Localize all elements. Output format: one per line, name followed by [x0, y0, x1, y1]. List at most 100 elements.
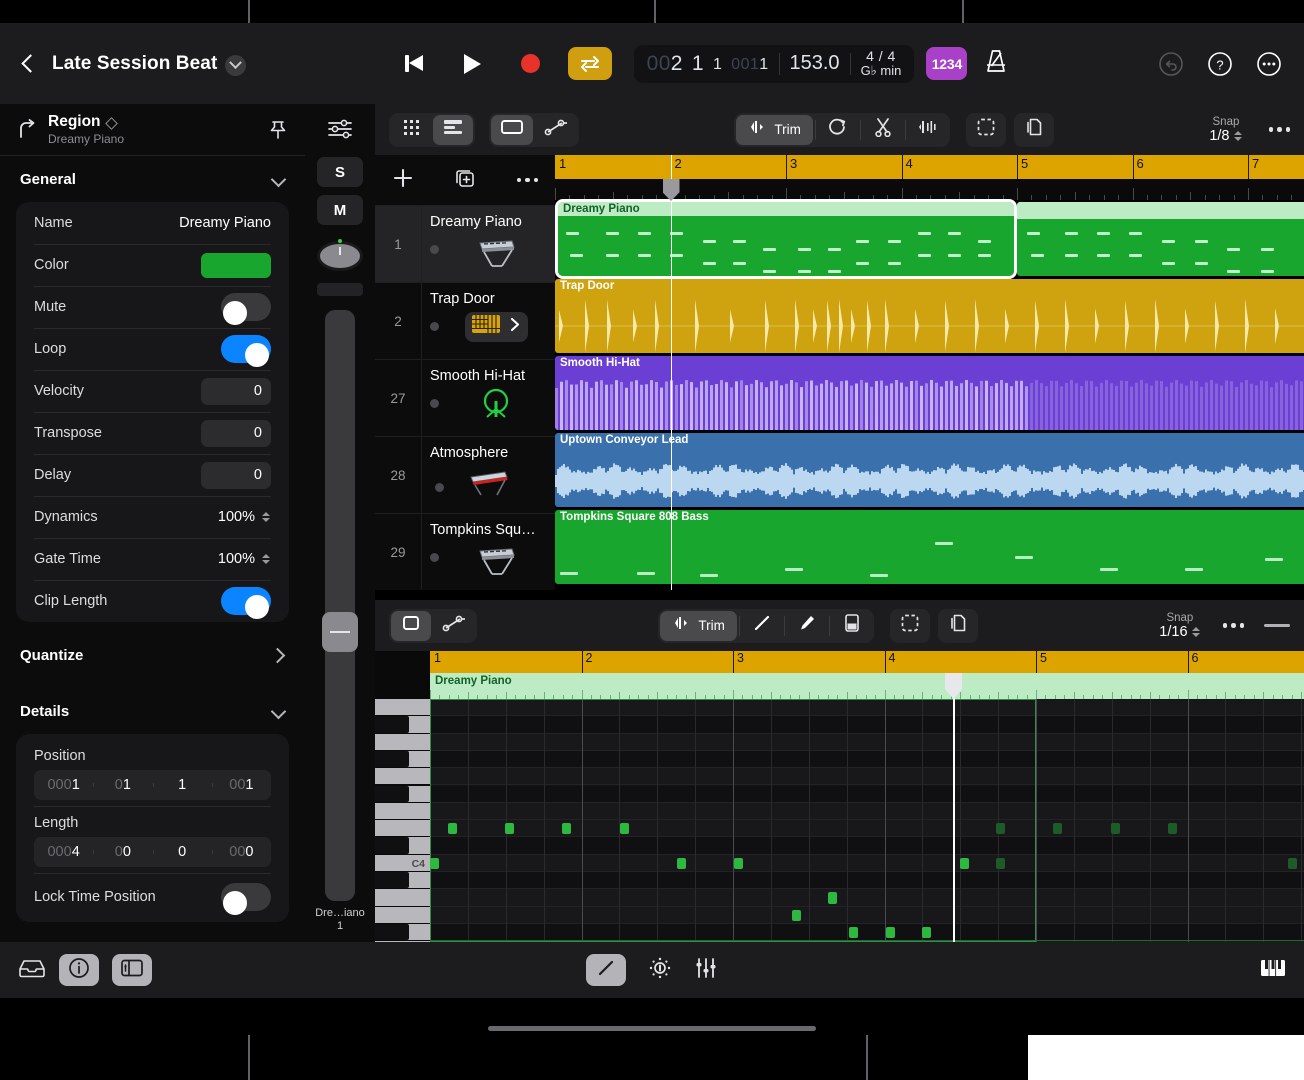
editor-duplicate-button[interactable] — [938, 609, 978, 643]
piano-white-key[interactable] — [375, 768, 430, 785]
velocity-tool-button[interactable] — [832, 611, 872, 641]
midi-note[interactable] — [505, 823, 514, 834]
editor-more-button[interactable] — [1223, 623, 1245, 628]
color-swatch[interactable] — [201, 253, 271, 278]
inspector-title-group[interactable]: Region Dreamy Piano — [48, 113, 267, 146]
region-loop-copy[interactable] — [1017, 202, 1304, 276]
more-button[interactable] — [1256, 51, 1282, 77]
row-mute[interactable]: Mute — [16, 286, 289, 328]
grid-row[interactable] — [430, 751, 1304, 768]
gate-time-stepper[interactable]: 100% — [218, 551, 271, 567]
arrow-up-icon[interactable] — [16, 119, 38, 141]
track-row-27[interactable]: 27 Smooth Hi-Hat — [375, 359, 555, 436]
trim-button[interactable]: Trim — [736, 115, 813, 145]
pan-knob[interactable] — [317, 239, 363, 273]
fader-cap[interactable] — [322, 612, 358, 652]
automation-tool-button[interactable] — [535, 115, 577, 145]
row-color[interactable]: Color — [16, 244, 289, 286]
row-gate-time[interactable]: Gate Time 100% — [16, 538, 289, 580]
midi-note[interactable] — [734, 858, 743, 869]
track-record-dot[interactable] — [435, 483, 444, 492]
tracks-view-button[interactable] — [433, 115, 473, 145]
editor-region-tool-button[interactable] — [391, 611, 431, 641]
midi-note[interactable] — [996, 858, 1005, 869]
track-record-dot[interactable] — [430, 245, 439, 254]
transpose-field[interactable]: 0 — [201, 420, 271, 447]
piano-black-key[interactable] — [375, 716, 409, 732]
midi-note[interactable] — [849, 927, 858, 938]
keyboard-button[interactable] — [1260, 965, 1286, 982]
mute-toggle[interactable] — [221, 293, 271, 321]
count-in-button[interactable]: 1234 — [926, 47, 967, 80]
piano-keyboard[interactable]: C4 — [375, 699, 430, 942]
arrange-ruler[interactable]: 1234567 — [555, 155, 1304, 179]
midi-note[interactable] — [922, 927, 931, 938]
length-seg-beats[interactable]: 00 — [93, 844, 152, 860]
row-delay[interactable]: Delay 0 — [16, 454, 289, 496]
grid-row[interactable] — [430, 872, 1304, 889]
midi-note[interactable] — [430, 858, 439, 869]
region[interactable]: Smooth Hi-Hat — [555, 356, 1304, 430]
midi-note[interactable] — [960, 858, 969, 869]
midi-note[interactable] — [677, 858, 686, 869]
volume-fader[interactable] — [325, 310, 355, 901]
arrange-lane[interactable]: Dreamy Piano — [555, 201, 1304, 278]
midi-note[interactable] — [828, 892, 837, 903]
midi-note[interactable] — [448, 823, 457, 834]
piano-black-key[interactable] — [375, 837, 409, 853]
position-seg-div[interactable]: 1 — [153, 777, 212, 793]
cycle-button[interactable] — [568, 47, 612, 80]
row-name[interactable]: Name Dreamy Piano — [16, 202, 289, 244]
row-dynamics[interactable]: Dynamics 100% — [16, 496, 289, 538]
undo-button[interactable] — [1158, 51, 1184, 77]
track-row-28[interactable]: 28 Atmosphere — [375, 436, 555, 513]
midi-note[interactable] — [562, 823, 571, 834]
pencil-tool-button[interactable] — [586, 954, 626, 986]
drum-pads-button[interactable] — [465, 312, 528, 342]
editor-automation-tool-button[interactable] — [433, 611, 475, 641]
position-field[interactable]: 0001 01 1 001 — [34, 770, 271, 800]
duplicate-track-button[interactable] — [454, 167, 476, 194]
dynamics-stepper[interactable]: 100% — [218, 509, 271, 525]
brush-tool-button[interactable] — [787, 611, 827, 641]
piano-black-key[interactable] — [375, 872, 409, 888]
solo-button[interactable]: S — [317, 157, 363, 187]
arrange-lane[interactable]: Trap Door — [555, 278, 1304, 355]
row-loop[interactable]: Loop — [16, 328, 289, 370]
track-record-dot[interactable] — [430, 553, 439, 562]
grid-row[interactable] — [430, 768, 1304, 785]
lcd-display[interactable]: 002 1 1 0011 153.0 4 / 4 G♭ min — [634, 45, 915, 83]
sidebar-toggle-button[interactable] — [112, 954, 152, 986]
track-more-button[interactable] — [517, 178, 539, 183]
midi-note[interactable] — [996, 823, 1005, 834]
region[interactable]: Trap Door — [555, 279, 1304, 353]
piano-white-key[interactable] — [375, 699, 430, 716]
length-seg-ticks[interactable]: 000 — [212, 844, 271, 860]
track-row-29[interactable]: 29 Tompkins Squ… — [375, 513, 555, 590]
midi-note[interactable] — [1168, 823, 1177, 834]
clip-length-toggle[interactable] — [221, 587, 271, 615]
quantize-section-header[interactable]: Quantize — [0, 632, 305, 678]
grid-row[interactable] — [430, 734, 1304, 751]
channel-slot[interactable] — [317, 283, 363, 296]
piano-white-key[interactable] — [375, 820, 430, 837]
track-record-dot[interactable] — [430, 399, 439, 408]
lock-time-position-toggle[interactable] — [221, 883, 271, 911]
marquee-select-button[interactable] — [966, 113, 1006, 147]
help-button[interactable]: ? — [1207, 51, 1233, 77]
arrange-more-button[interactable] — [1269, 127, 1291, 132]
region[interactable]: Uptown Conveyor Lead — [555, 433, 1304, 507]
piano-black-key[interactable] — [375, 786, 409, 802]
snap-control[interactable]: Snap 1/8 — [1209, 116, 1242, 144]
piano-white-key[interactable] — [375, 907, 430, 924]
midi-note[interactable] — [620, 823, 629, 834]
delay-field[interactable]: 0 — [201, 462, 271, 489]
piano-black-key[interactable] — [375, 751, 409, 767]
arrange-subruler[interactable] — [555, 179, 1304, 201]
library-button[interactable] — [18, 957, 46, 984]
resize-handle-icon[interactable] — [1264, 624, 1290, 627]
pin-icon[interactable] — [267, 119, 289, 141]
midi-note[interactable] — [1111, 823, 1120, 834]
length-seg-div[interactable]: 0 — [153, 844, 212, 860]
track-row-2[interactable]: 2 Trap Door — [375, 282, 555, 359]
